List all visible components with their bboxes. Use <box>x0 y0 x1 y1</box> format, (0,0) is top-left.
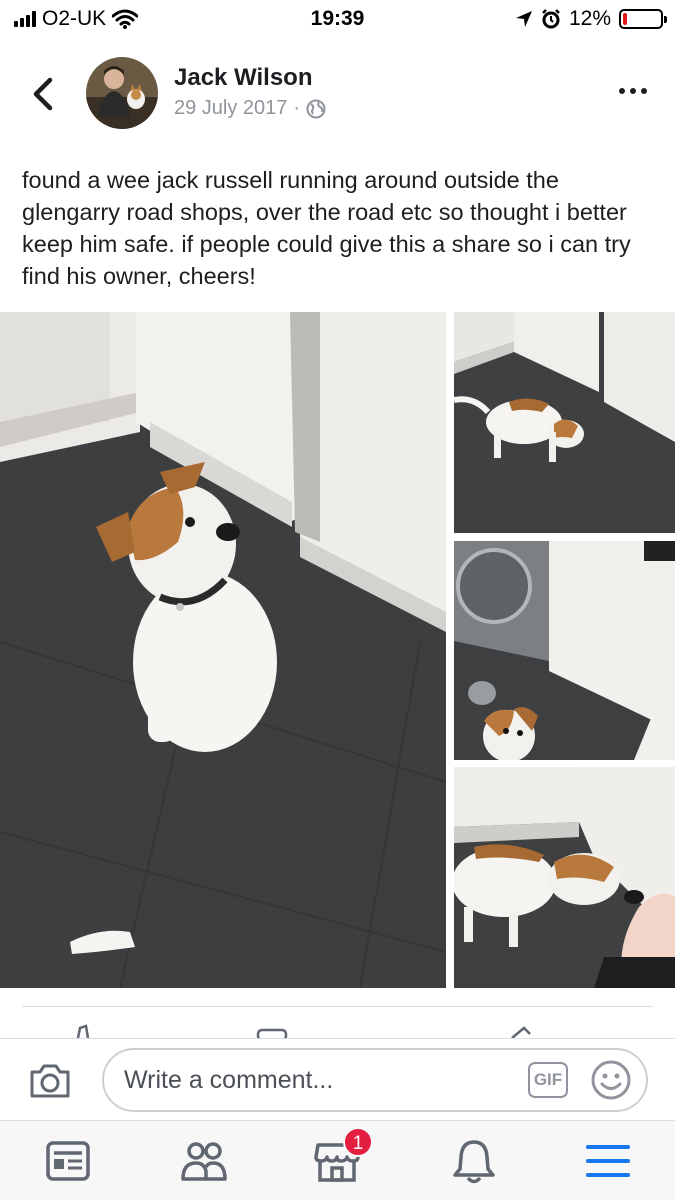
comment-input[interactable]: Write a comment... GIF <box>102 1048 648 1112</box>
status-right: 12% <box>515 7 667 31</box>
author-avatar[interactable] <box>86 57 158 129</box>
nav-marketplace[interactable]: 1 <box>313 1127 373 1185</box>
more-options-icon[interactable] <box>619 88 647 94</box>
post-divider <box>22 1006 653 1007</box>
bottom-nav: 1 <box>0 1120 675 1200</box>
friends-icon <box>181 1142 227 1181</box>
nav-friends[interactable] <box>180 1137 228 1185</box>
author-name[interactable]: Jack Wilson <box>174 64 313 92</box>
comment-placeholder: Write a comment... <box>124 1066 334 1094</box>
post-photo-3[interactable] <box>454 541 675 760</box>
post-photo-2[interactable] <box>454 312 675 533</box>
battery-level-fill <box>623 13 628 25</box>
post-photo-4[interactable] <box>454 767 675 988</box>
post-photo-main[interactable] <box>0 312 446 988</box>
location-arrow-icon <box>515 11 532 27</box>
meta-separator: · <box>293 97 301 119</box>
post-actions-row <box>0 1020 675 1038</box>
post-text: found a wee jack russell running around … <box>22 167 631 289</box>
marketplace-badge: 1 <box>343 1127 373 1157</box>
post-meta: 29 July 2017 · <box>174 97 326 120</box>
gif-button[interactable]: GIF <box>528 1062 568 1098</box>
notifications-icon <box>453 1140 495 1184</box>
status-bar: O2-UK 19:39 12% <box>0 0 675 40</box>
nav-menu[interactable] <box>584 1137 632 1185</box>
battery-percent: 12% <box>568 7 611 30</box>
back-chevron-icon[interactable] <box>26 74 60 114</box>
post-header: Jack Wilson 29 July 2017 · <box>0 52 675 134</box>
globe-icon <box>306 99 326 118</box>
battery-icon <box>619 9 667 29</box>
comment-bar: Write a comment... GIF <box>0 1038 675 1120</box>
menu-icon <box>586 1145 630 1177</box>
alarm-icon <box>542 9 560 29</box>
camera-icon[interactable] <box>28 1060 72 1100</box>
nav-notifications[interactable] <box>450 1137 498 1185</box>
nav-news-feed[interactable] <box>44 1137 92 1185</box>
post-date[interactable]: 29 July 2017 <box>174 97 287 120</box>
news-feed-icon <box>46 1141 90 1181</box>
emoji-icon[interactable] <box>590 1059 632 1101</box>
